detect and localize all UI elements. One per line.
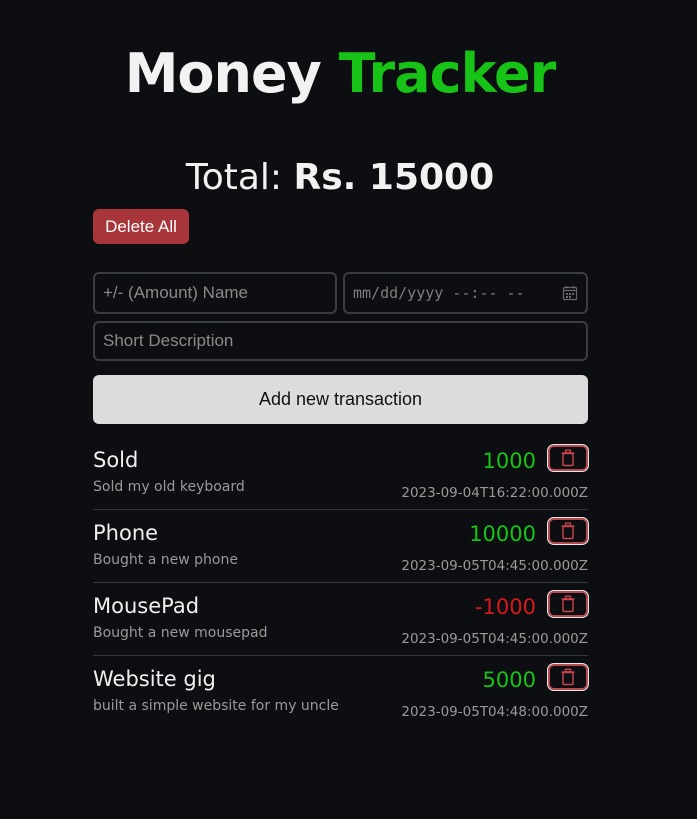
delete-transaction-button[interactable] bbox=[548, 591, 588, 617]
description-input[interactable]: Short Description bbox=[93, 321, 588, 361]
transaction-datetime: 2023-09-05T04:48:00.000Z bbox=[401, 704, 588, 720]
total-balance: Total: Rs. 15000 bbox=[0, 154, 680, 202]
transaction-name: Website gig bbox=[93, 667, 216, 691]
transaction-row: Phone Bought a new phone 10000 2023-09-05T0… bbox=[93, 510, 588, 583]
transaction-row: MousePad Bought a new mousepad -1000 2023-0… bbox=[93, 583, 588, 656]
total-label: Total: bbox=[185, 157, 283, 198]
transaction-row: Website gig built a simple website for my… bbox=[93, 656, 588, 728]
trash-icon bbox=[560, 668, 576, 686]
title-word-money: Money bbox=[124, 42, 322, 105]
app-container: Money Tracker Total: Rs. 15000 Delete Al… bbox=[0, 0, 697, 819]
description-placeholder: Short Description bbox=[103, 331, 234, 350]
delete-transaction-button[interactable] bbox=[548, 518, 588, 544]
delete-transaction-button[interactable] bbox=[548, 664, 588, 690]
title-word-tracker: Tracker bbox=[338, 42, 557, 105]
transaction-description: built a simple website for my uncle bbox=[93, 698, 339, 714]
datetime-placeholder: mm/dd/yyyy --:-- -- bbox=[353, 284, 525, 302]
delete-all-button[interactable]: Delete All bbox=[93, 209, 189, 244]
transaction-description: Bought a new mousepad bbox=[93, 625, 268, 641]
add-transaction-button[interactable]: Add new transaction bbox=[93, 375, 588, 424]
transaction-name: Phone bbox=[93, 521, 159, 545]
transaction-datetime: 2023-09-05T04:45:00.000Z bbox=[401, 631, 588, 647]
amount-name-placeholder: +/- (Amount) Name bbox=[103, 283, 249, 302]
transaction-list: Sold Sold my old keyboard 1000 2023-09-04T1… bbox=[93, 437, 588, 728]
trash-icon bbox=[560, 522, 576, 540]
trash-icon bbox=[560, 595, 576, 613]
delete-transaction-button[interactable] bbox=[548, 445, 588, 471]
transaction-name: MousePad bbox=[93, 594, 200, 618]
transaction-amount: -1000 bbox=[474, 595, 536, 619]
amount-name-input[interactable]: +/- (Amount) Name bbox=[93, 272, 337, 314]
calendar-icon[interactable] bbox=[562, 285, 578, 301]
transaction-name: Sold bbox=[93, 448, 139, 472]
transaction-datetime: 2023-09-05T04:45:00.000Z bbox=[401, 558, 588, 574]
transaction-description: Sold my old keyboard bbox=[93, 479, 245, 495]
trash-icon bbox=[560, 449, 576, 467]
total-value: Rs. 15000 bbox=[293, 157, 495, 198]
transaction-amount: 5000 bbox=[482, 668, 536, 692]
transaction-row: Sold Sold my old keyboard 1000 2023-09-04T1… bbox=[93, 437, 588, 510]
transaction-description: Bought a new phone bbox=[93, 552, 238, 568]
app-title: Money Tracker bbox=[0, 40, 680, 108]
transaction-datetime: 2023-09-04T16:22:00.000Z bbox=[401, 485, 588, 501]
datetime-input[interactable]: mm/dd/yyyy --:-- -- bbox=[343, 272, 588, 314]
transaction-amount: 1000 bbox=[482, 449, 536, 473]
transaction-amount: 10000 bbox=[469, 522, 536, 546]
